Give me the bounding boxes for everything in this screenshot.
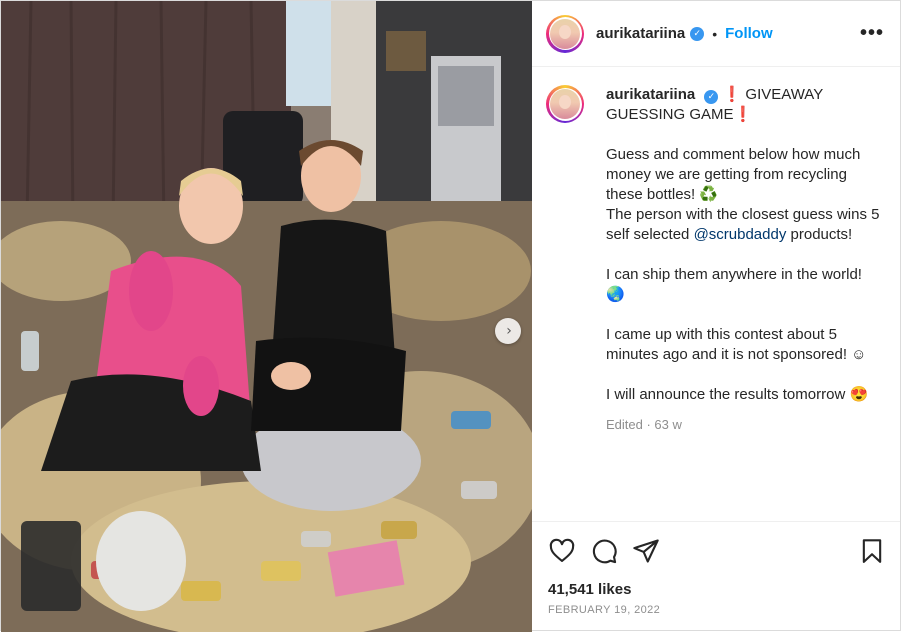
mention-link[interactable]: @scrubdaddy bbox=[694, 226, 787, 243]
follow-button[interactable]: Follow bbox=[725, 25, 773, 42]
caption-text: aurikatariina ✓ ❗ GIVEAWAY GUESSING GAME… bbox=[606, 85, 884, 435]
post-photo[interactable]: › bbox=[1, 1, 532, 632]
instagram-post: › aurikatariina ✓ • Follow ••• aurikatar… bbox=[0, 0, 901, 632]
more-options-icon[interactable]: ••• bbox=[860, 22, 884, 45]
avatar[interactable] bbox=[546, 14, 584, 53]
verified-badge-icon: ✓ bbox=[690, 26, 705, 41]
caption-paragraph: I came up with this contest about 5 minu… bbox=[606, 326, 867, 363]
post-date: FEBRUARY 19, 2022 bbox=[548, 604, 661, 616]
verified-badge-icon: ✓ bbox=[704, 90, 719, 104]
share-icon[interactable] bbox=[632, 537, 660, 565]
bookmark-icon[interactable] bbox=[858, 537, 886, 565]
likes-count[interactable]: 41,541 likes bbox=[532, 581, 900, 598]
caption-paragraph: I will announce the results tomorrow 😍 bbox=[606, 386, 869, 403]
heart-icon[interactable] bbox=[548, 537, 576, 565]
caption-paragraph: products! bbox=[790, 226, 853, 243]
chevron-right-icon: › bbox=[506, 323, 512, 339]
caption-avatar[interactable] bbox=[546, 85, 584, 123]
separator-dot: • bbox=[712, 25, 718, 42]
edited-timestamp: Edited · 63 w bbox=[606, 417, 682, 432]
header-username[interactable]: aurikatariina bbox=[596, 25, 685, 42]
next-photo-button[interactable]: › bbox=[495, 318, 521, 344]
caption-area: aurikatariina ✓ ❗ GIVEAWAY GUESSING GAME… bbox=[532, 67, 900, 521]
avatar-image bbox=[550, 18, 580, 49]
post-header: aurikatariina ✓ • Follow ••• bbox=[532, 1, 900, 67]
caption-username[interactable]: aurikatariina bbox=[606, 86, 695, 103]
photo-illustration bbox=[1, 1, 532, 632]
caption-paragraph: I can ship them anywhere in the world! 🌏 bbox=[606, 266, 862, 303]
post-sidebar: aurikatariina ✓ • Follow ••• aurikatarii… bbox=[532, 1, 900, 630]
comment-icon[interactable] bbox=[590, 537, 618, 565]
action-bar bbox=[532, 521, 900, 579]
caption-paragraph: Guess and comment below how much money w… bbox=[606, 146, 861, 203]
